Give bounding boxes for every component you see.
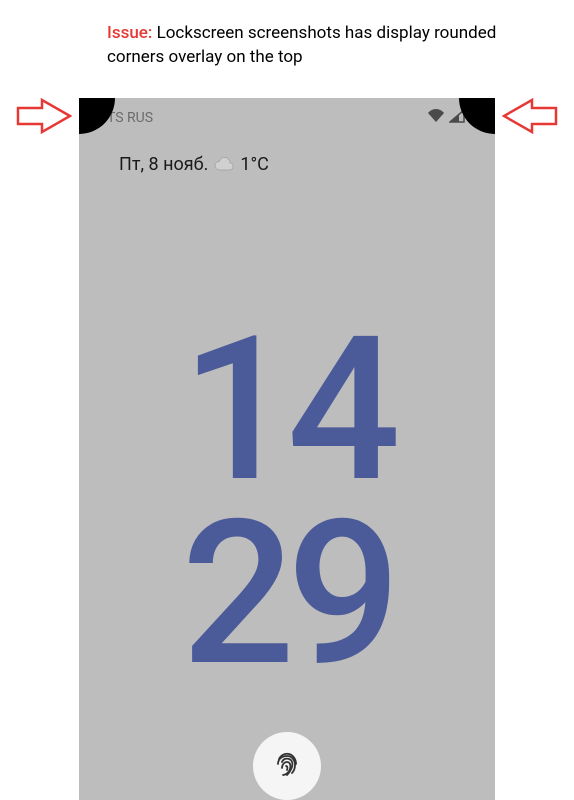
issue-annotation: Issue: Lockscreen screenshots has displa…: [107, 22, 514, 70]
clock-minutes: 29: [79, 502, 495, 686]
issue-label: Issue:: [107, 23, 152, 43]
date-label: Пт, 8 нояб.: [119, 154, 208, 175]
clock-hours: 14: [79, 318, 495, 502]
lockscreen-clock: 14 29: [79, 318, 495, 686]
cloud-icon: [214, 157, 234, 173]
temperature-label: 1°C: [240, 154, 269, 175]
arrow-right-icon: [502, 98, 558, 134]
issue-text: Lockscreen screenshots has display round…: [107, 23, 496, 67]
arrow-left-icon: [16, 98, 72, 134]
status-bar: MTS RUS: [79, 98, 495, 136]
date-weather-row: Пт, 8 нояб. 1°C: [79, 136, 495, 175]
fingerprint-icon: [271, 748, 303, 784]
lockscreen: MTS RUS Пт, 8 нояб. 1°C 14 29: [79, 98, 495, 800]
fingerprint-button[interactable]: [253, 732, 321, 800]
wifi-icon: [427, 109, 445, 127]
